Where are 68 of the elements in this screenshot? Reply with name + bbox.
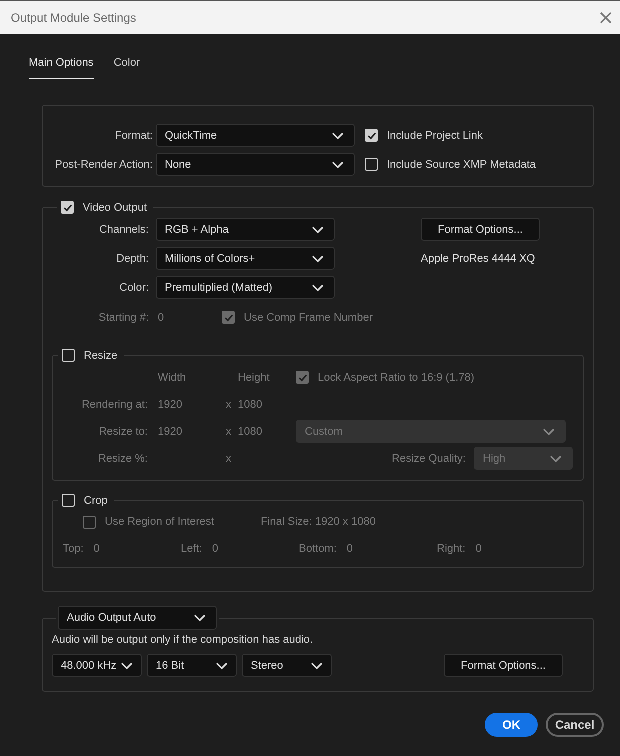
field-value: 1080 (238, 398, 264, 410)
chevron-icon (550, 454, 562, 462)
dropdown[interactable]: None (156, 153, 355, 176)
ok-button[interactable]: OK (485, 713, 538, 737)
checkbox-label: Video Output (83, 202, 148, 214)
field-label: Right: (437, 543, 466, 555)
chevron-icon (311, 662, 323, 670)
field-value[interactable]: 0 (344, 543, 354, 555)
checkbox-label: Include Project Link (387, 130, 483, 142)
format-options-button[interactable]: Format Options... (444, 654, 563, 677)
checkbox-label: Crop (84, 494, 108, 506)
checkbox-label: Lock Aspect Ratio to 16:9 (1.78) (318, 372, 475, 384)
dropdown[interactable]: RGB + Alpha (156, 218, 335, 241)
checkbox-label: Use Comp Frame Number (244, 312, 373, 324)
chevron-icon (121, 662, 133, 670)
field-label: Left: (181, 543, 202, 555)
dropdown[interactable]: Premultiplied (Matted) (156, 276, 335, 299)
codec-name: Apple ProRes 4444 XQ (421, 252, 536, 264)
close-icon (600, 12, 612, 24)
field-label: Rendering at: (80, 398, 148, 410)
field-label: Starting #: (98, 312, 149, 324)
column-header: Width (158, 372, 188, 384)
times-sign: x (226, 398, 232, 410)
field-label: Top: (63, 543, 84, 555)
field-value: 1920 (158, 426, 184, 438)
times-sign: x (226, 426, 232, 438)
field-label: Color: (118, 282, 149, 294)
window-title: Output Module Settings (11, 10, 136, 24)
field-value[interactable]: 0 (474, 543, 482, 555)
chevron-icon (312, 284, 324, 292)
chevron-icon (332, 160, 344, 168)
field-label: Resize to: (98, 426, 148, 438)
field-label: Resize Quality: (392, 452, 466, 464)
field-label: Channels: (98, 224, 149, 236)
field-value: 1920 (158, 398, 184, 410)
dropdown[interactable]: Stereo (242, 654, 332, 677)
dropdown[interactable]: QuickTime (156, 124, 355, 147)
chevron-icon (543, 428, 555, 436)
format-options-button[interactable]: Format Options... (421, 218, 540, 241)
checkbox[interactable] (296, 371, 309, 384)
audio-note: Audio will be output only if the composition has audio. (52, 634, 314, 646)
field-label: Post-Render Action: (54, 158, 153, 170)
chevron-icon (332, 132, 344, 140)
field-label: Depth: (116, 252, 149, 264)
chevron-icon (194, 614, 206, 622)
field-value[interactable]: 0 (210, 543, 219, 555)
tab[interactable]: Main Options (29, 57, 94, 79)
column-header: Height (238, 372, 271, 384)
field-label: Format: (114, 130, 153, 142)
chevron-icon (312, 254, 324, 262)
checkbox-label: Include Source XMP Metadata (387, 158, 536, 170)
field-label: Resize %: (97, 452, 148, 464)
times-sign: x (226, 452, 232, 464)
field-label: Bottom: (299, 543, 337, 555)
dropdown[interactable]: 48.000 kHz (52, 654, 142, 677)
dropdown[interactable]: 16 Bit (147, 654, 237, 677)
field-value: 1080 (238, 426, 264, 438)
chevron-icon (216, 662, 228, 670)
checkbox-label: Use Region of Interest (105, 516, 214, 528)
checkbox[interactable] (83, 516, 96, 528)
checkbox-label: Resize (84, 350, 118, 362)
dropdown[interactable]: Millions of Colors+ (156, 247, 335, 270)
final-size-text: Final Size: 1920 x 1080 (261, 516, 376, 528)
dropdown[interactable]: Audio Output Auto (58, 606, 217, 630)
field-value[interactable]: 0 (92, 543, 100, 555)
tab[interactable]: Color (114, 57, 140, 78)
chevron-icon (312, 226, 324, 234)
cancel-button[interactable]: Cancel (546, 713, 604, 737)
